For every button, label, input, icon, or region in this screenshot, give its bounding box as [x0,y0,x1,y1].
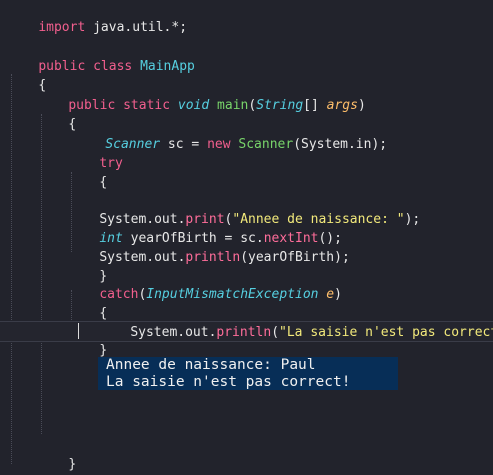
paren-open: ( [271,324,280,340]
code-line-13[interactable]: System.out.println(yearOfBirth); [68,228,349,265]
code-line-23[interactable]: } [7,454,46,474]
string-type: String [256,97,304,113]
code-line-14[interactable]: } [68,247,107,284]
console-output: Annee de naissance: Paul La saisie n'est… [98,357,398,390]
console-line-1: Annee de naissance: Paul [106,357,316,373]
new-keyword: new [207,136,231,152]
array-brackets: [] [303,97,327,113]
paren-close: ) [357,97,366,113]
class-keyword: class [93,58,133,74]
void-type: void [177,97,210,113]
code-line-18[interactable]: } [68,321,107,358]
paren-close: ); [404,211,421,227]
console-line-2: La saisie n'est pas correct! [106,374,351,390]
code-line-12[interactable]: int yearOfBirth = sc.nextInt(); [68,209,342,246]
code-line-17[interactable]: System.out.println("La saisie n'est pas … [99,303,493,340]
paren-close: ) [334,286,342,302]
code-line-11[interactable]: System.out.print("Annee de naissance: ")… [68,190,420,227]
code-editor[interactable]: import java.util.*; public class MainApp… [0,0,493,475]
system-out-prefix: System.out. [99,249,186,265]
error-string: "La saisie n'est pas correct!" [279,324,493,340]
main-method-name: main [217,97,249,113]
code-line-9[interactable]: { [68,153,107,190]
text-caret [78,323,79,339]
system-out-prefix: System.out. [130,324,217,340]
code-line-5[interactable]: public static void main(String[] args) [37,76,365,113]
import-keyword: import [38,19,86,35]
class-name: MainApp [140,58,195,74]
println-method: println [216,324,272,340]
code-line-3[interactable]: public class MainApp [7,37,195,74]
catch-close-brace: } [99,342,108,358]
code-line-1[interactable]: import java.util.*; [7,0,187,35]
indent-guide-method [41,114,42,434]
code-line-22[interactable]: } [37,435,76,472]
static-keyword: static [123,97,171,113]
import-path: java.util.*; [85,19,188,35]
code-line-15[interactable]: catch(InputMismatchException e) [68,265,342,302]
println-args: (yearOfBirth); [240,249,350,265]
code-line-4[interactable]: { [7,56,46,93]
scanner-constructor: Scanner [238,136,294,152]
code-line-8[interactable]: try [68,134,122,171]
indent-guide-class [11,74,12,464]
method-close-brace: } [68,456,77,472]
code-line-7[interactable]: Scanner sc = new Scanner(System.in); [74,115,387,152]
paren-open: ( [248,97,257,113]
try-open-brace: { [99,174,108,190]
exception-type: InputMismatchException [146,286,319,302]
scanner-args: (System.in); [293,136,388,152]
scanner-var: sc = [160,136,208,152]
code-line-6[interactable]: { [37,95,76,132]
args-param: args [326,97,358,113]
println-method: println [185,249,241,265]
code-line-16[interactable]: { [68,284,107,321]
exception-param: e [326,286,335,302]
